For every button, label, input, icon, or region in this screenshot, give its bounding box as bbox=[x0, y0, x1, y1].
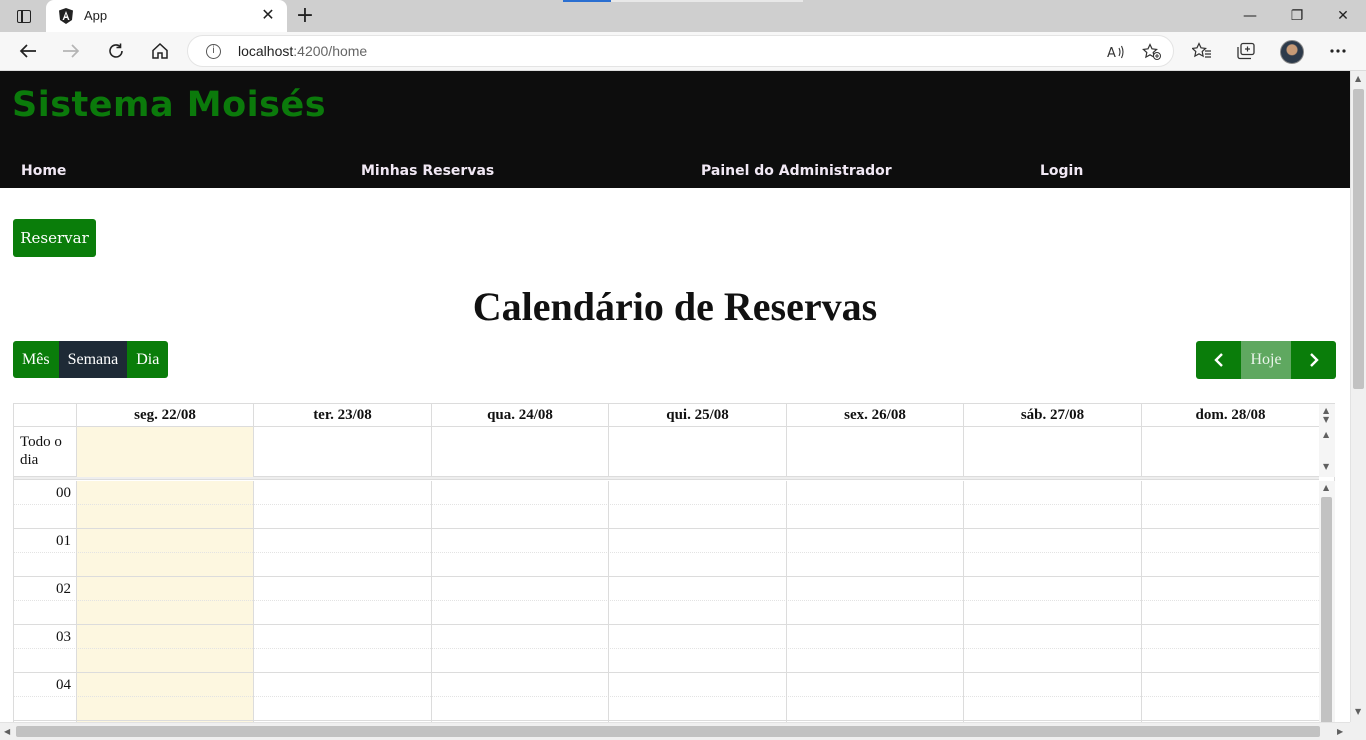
time-grid-scrollbar[interactable]: ▲ bbox=[1319, 481, 1335, 722]
calendar-header-row: seg. 22/08 ter. 23/08 qua. 24/08 qui. 25… bbox=[14, 404, 1319, 427]
column-divider bbox=[786, 481, 787, 722]
nav-home[interactable]: Home bbox=[21, 163, 66, 179]
view-month-button[interactable]: Mês bbox=[13, 341, 59, 378]
day-header[interactable]: seg. 22/08 bbox=[76, 404, 253, 426]
all-day-cell[interactable] bbox=[431, 427, 608, 477]
browser-tabstrip: App ✕ + — ❐ ✕ bbox=[0, 0, 1366, 32]
loading-track bbox=[611, 0, 803, 2]
tab-title: App bbox=[84, 8, 108, 23]
nav-login[interactable]: Login bbox=[1040, 163, 1083, 179]
hour-label: 01 bbox=[56, 533, 71, 549]
browser-toolbar: i localhost:4200/home A bbox=[0, 32, 1366, 71]
prev-week-button[interactable] bbox=[1196, 341, 1241, 379]
hour-label: 03 bbox=[56, 629, 71, 645]
hour-row[interactable]: 01 bbox=[14, 529, 1319, 577]
day-header[interactable]: sex. 26/08 bbox=[786, 404, 963, 426]
all-day-cell[interactable] bbox=[1141, 427, 1319, 477]
all-day-cell[interactable] bbox=[786, 427, 963, 477]
favorites-icon[interactable] bbox=[1188, 38, 1216, 64]
hour-row[interactable]: 02 bbox=[14, 577, 1319, 625]
day-header[interactable]: qua. 24/08 bbox=[431, 404, 608, 426]
day-header[interactable]: ter. 23/08 bbox=[253, 404, 431, 426]
svg-text:A: A bbox=[1107, 46, 1116, 60]
all-day-row: Todo o dia bbox=[14, 427, 1319, 477]
back-icon[interactable] bbox=[14, 38, 42, 64]
browser-tab[interactable]: App ✕ bbox=[46, 0, 287, 32]
loading-indicator bbox=[563, 0, 611, 2]
nav-painel-administrador[interactable]: Painel do Administrador bbox=[701, 163, 892, 179]
page-horizontal-scrollbar[interactable]: ◀ ▶ bbox=[0, 722, 1350, 740]
day-header[interactable]: dom. 28/08 bbox=[1141, 404, 1319, 426]
view-switcher: Mês Semana Dia bbox=[13, 341, 169, 378]
view-week-button[interactable]: Semana bbox=[58, 341, 128, 378]
allday-separator bbox=[14, 477, 1319, 480]
collections-icon[interactable] bbox=[1232, 38, 1260, 64]
hour-row[interactable]: 00 bbox=[14, 481, 1319, 529]
all-day-cell[interactable] bbox=[253, 427, 431, 477]
date-navigation: Hoje bbox=[1196, 341, 1336, 379]
profile-avatar[interactable] bbox=[1280, 40, 1304, 64]
close-window-icon[interactable]: ✕ bbox=[1325, 4, 1361, 28]
all-day-scrollbar[interactable]: ▲ ▼ bbox=[1319, 427, 1335, 477]
minimize-icon[interactable]: — bbox=[1232, 4, 1268, 28]
page-hscroll-thumb[interactable] bbox=[16, 726, 1320, 737]
refresh-icon[interactable] bbox=[102, 38, 130, 64]
column-divider bbox=[963, 481, 964, 722]
chevron-right-icon bbox=[1309, 353, 1319, 367]
angular-icon bbox=[59, 8, 73, 24]
all-day-cell[interactable] bbox=[608, 427, 786, 477]
next-week-button[interactable] bbox=[1291, 341, 1336, 379]
more-options-icon[interactable] bbox=[1324, 38, 1352, 64]
column-divider bbox=[431, 481, 432, 722]
site-info-icon[interactable]: i bbox=[206, 44, 221, 59]
close-tab-icon[interactable]: ✕ bbox=[259, 6, 277, 24]
page-viewport: Sistema Moisés Home Minhas Reservas Pain… bbox=[0, 71, 1350, 722]
read-aloud-icon[interactable]: A bbox=[1106, 43, 1126, 61]
new-tab-icon[interactable]: + bbox=[294, 4, 316, 28]
calendar-title: Calendário de Reservas bbox=[472, 284, 878, 329]
forward-icon[interactable] bbox=[57, 38, 85, 64]
time-grid-scroll-thumb[interactable] bbox=[1321, 497, 1332, 722]
column-divider bbox=[608, 481, 609, 722]
all-day-cell[interactable] bbox=[76, 427, 253, 477]
restore-icon[interactable]: ❐ bbox=[1279, 4, 1315, 28]
column-divider bbox=[76, 481, 77, 722]
column-divider bbox=[253, 481, 254, 722]
page-vertical-scrollbar[interactable]: ▲ ▼ bbox=[1350, 71, 1366, 722]
chevron-left-icon bbox=[1213, 353, 1223, 367]
reservar-button[interactable]: Reservar bbox=[13, 219, 96, 257]
hour-label: 02 bbox=[56, 581, 71, 597]
time-grid: 00 01 02 03 04 bbox=[14, 481, 1319, 722]
column-divider bbox=[1141, 481, 1142, 722]
hour-row[interactable]: 03 bbox=[14, 625, 1319, 673]
day-header[interactable]: qui. 25/08 bbox=[608, 404, 786, 426]
hour-label: 00 bbox=[56, 485, 71, 501]
scroll-corner bbox=[1350, 722, 1366, 740]
nav-minhas-reservas[interactable]: Minhas Reservas bbox=[361, 163, 494, 179]
day-header[interactable]: sáb. 27/08 bbox=[963, 404, 1141, 426]
view-day-button[interactable]: Dia bbox=[127, 341, 169, 378]
header-scrollbar[interactable]: ▲ ▼ bbox=[1319, 404, 1335, 427]
all-day-label: Todo o dia bbox=[20, 434, 62, 468]
brand-title: Sistema Moisés bbox=[12, 85, 327, 125]
page-scroll-thumb[interactable] bbox=[1353, 89, 1364, 389]
home-icon[interactable] bbox=[146, 38, 174, 64]
tab-actions-icon[interactable] bbox=[10, 6, 38, 26]
hour-row[interactable]: 04 bbox=[14, 673, 1319, 721]
week-calendar: seg. 22/08 ter. 23/08 qua. 24/08 qui. 25… bbox=[13, 403, 1335, 722]
hour-label: 04 bbox=[56, 677, 71, 693]
add-favorite-icon[interactable] bbox=[1142, 43, 1162, 61]
app-header: Sistema Moisés Home Minhas Reservas Pain… bbox=[0, 71, 1350, 188]
address-bar[interactable]: i localhost:4200/home A bbox=[187, 35, 1174, 67]
today-button[interactable]: Hoje bbox=[1241, 341, 1291, 379]
url-text: localhost:4200/home bbox=[238, 43, 368, 59]
all-day-cell[interactable] bbox=[963, 427, 1141, 477]
